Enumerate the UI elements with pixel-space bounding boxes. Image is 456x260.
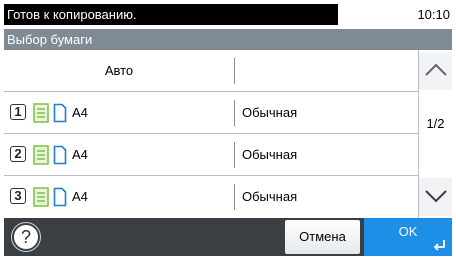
paper-stack-icon bbox=[33, 103, 49, 123]
tray-number-icon: 3 bbox=[10, 188, 26, 204]
column-divider bbox=[234, 142, 235, 168]
help-icon: ? bbox=[20, 227, 31, 247]
column-divider bbox=[234, 58, 235, 84]
paper-size-label: A4 bbox=[72, 189, 88, 204]
tray-number-icon: 2 bbox=[10, 146, 26, 162]
screen-title: Выбор бумаги bbox=[4, 29, 452, 50]
paper-type-label: Обычная bbox=[242, 189, 298, 204]
paper-source-row-auto[interactable]: Авто bbox=[4, 50, 418, 92]
paper-stack-icon bbox=[33, 187, 49, 207]
paper-type-label: Обычная bbox=[242, 147, 298, 162]
column-divider bbox=[234, 184, 235, 210]
help-button[interactable]: ? bbox=[11, 222, 41, 252]
scroll-column: 1/2 bbox=[418, 50, 452, 218]
ok-label: OK bbox=[398, 224, 418, 239]
tray-number-icon: 1 bbox=[10, 104, 26, 120]
paper-source-row-tray-2[interactable]: 2 A4 Обычная bbox=[4, 134, 418, 176]
paper-source-row-tray-1[interactable]: 1 A4 Обычная bbox=[4, 92, 418, 134]
chevron-down-icon bbox=[425, 190, 447, 203]
paper-stack-icon bbox=[33, 145, 49, 165]
document-portrait-icon bbox=[53, 103, 67, 123]
status-message: Готов к копированию. bbox=[4, 4, 338, 25]
chevron-up-icon bbox=[425, 63, 447, 76]
paper-source-list: Авто 1 A4 Обычная 2 A4 Обычная 3 A4 Обыч… bbox=[4, 50, 418, 218]
scroll-up-button[interactable] bbox=[419, 52, 452, 90]
paper-size-label: A4 bbox=[72, 105, 88, 120]
document-portrait-icon bbox=[53, 187, 67, 207]
paper-size-label: A4 bbox=[72, 147, 88, 162]
bottom-bar: ? Отмена OK bbox=[4, 218, 452, 256]
paper-type-label: Обычная bbox=[242, 105, 298, 120]
status-bar: Готов к копированию. 10:10 bbox=[0, 0, 456, 29]
status-time: 10:10 bbox=[417, 7, 450, 22]
ok-button[interactable]: OK bbox=[364, 218, 452, 256]
page-indicator: 1/2 bbox=[426, 116, 445, 131]
column-divider bbox=[234, 100, 235, 126]
cancel-button[interactable]: Отмена bbox=[285, 220, 360, 254]
auto-label: Авто bbox=[104, 63, 134, 78]
enter-icon bbox=[433, 240, 445, 251]
document-portrait-icon bbox=[53, 145, 67, 165]
scroll-down-button[interactable] bbox=[419, 178, 452, 216]
paper-source-row-tray-3[interactable]: 3 A4 Обычная bbox=[4, 176, 418, 218]
